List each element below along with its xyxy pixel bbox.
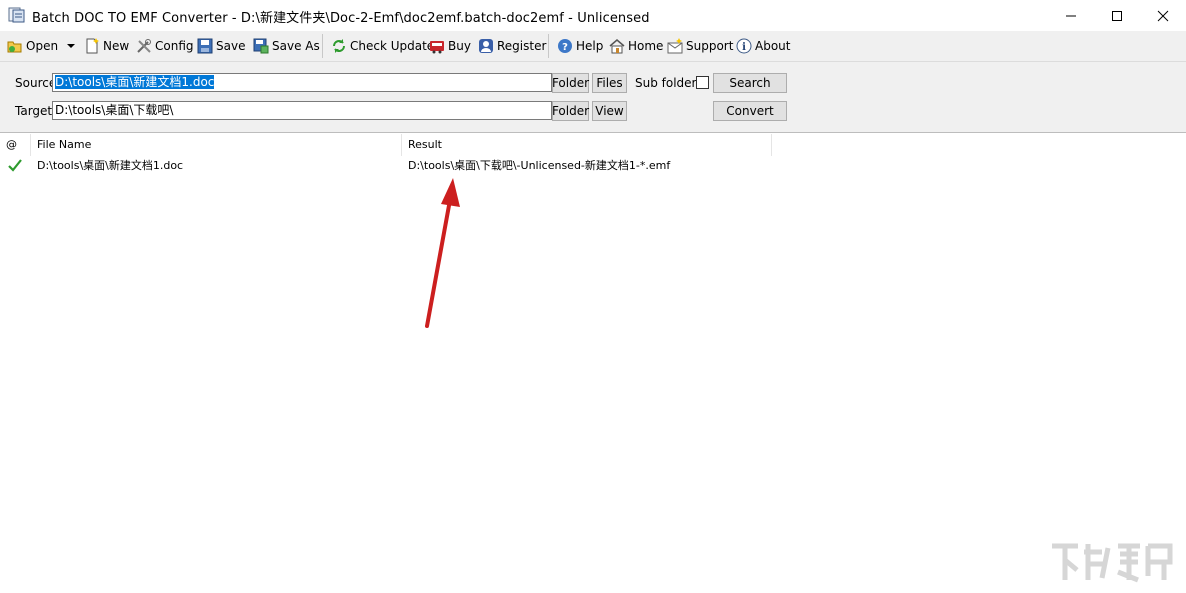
window-title: Batch DOC TO EMF Converter - D:\新建文件夹\Do… bbox=[32, 11, 650, 26]
tools-icon bbox=[137, 39, 151, 53]
save-button[interactable]: Save bbox=[197, 36, 245, 56]
save-as-label: Save As bbox=[272, 39, 320, 53]
minimize-icon bbox=[1066, 15, 1076, 16]
cart-icon bbox=[430, 41, 444, 54]
save-label: Save bbox=[216, 39, 246, 53]
new-label: New bbox=[103, 39, 130, 53]
source-folder-button[interactable]: Folder bbox=[552, 73, 589, 93]
user-badge-icon bbox=[479, 39, 493, 53]
svg-text:?: ? bbox=[562, 42, 568, 53]
info-icon: i bbox=[736, 38, 752, 54]
check-update-label: Check Update bbox=[350, 39, 435, 53]
toolbar-separator bbox=[548, 34, 549, 58]
new-button[interactable]: New bbox=[84, 36, 129, 56]
maximize-icon bbox=[1112, 10, 1122, 21]
config-button[interactable]: Config bbox=[136, 36, 194, 56]
register-button[interactable]: Register bbox=[478, 36, 546, 56]
target-folder-button[interactable]: Folder bbox=[552, 101, 589, 121]
about-button[interactable]: i About bbox=[736, 36, 790, 56]
close-icon bbox=[1157, 10, 1169, 21]
close-button[interactable] bbox=[1140, 0, 1186, 31]
target-input[interactable]: D:\tools\桌面\下载吧\ bbox=[52, 101, 552, 120]
file-name-cell: D:\tools\桌面\新建文档1.doc bbox=[37, 159, 184, 172]
open-dropdown-button[interactable] bbox=[66, 36, 76, 56]
target-view-button[interactable]: View bbox=[592, 101, 627, 121]
save-as-button[interactable]: Save As bbox=[253, 36, 320, 56]
save-as-icon bbox=[253, 38, 269, 54]
maximize-button[interactable] bbox=[1094, 0, 1140, 31]
file-list-header: @ File Name Result bbox=[0, 134, 1186, 156]
help-button[interactable]: ? Help bbox=[557, 36, 603, 56]
config-label: Config bbox=[155, 39, 194, 53]
title-bar: Batch DOC TO EMF Converter - D:\新建文件夹\Do… bbox=[0, 0, 1186, 31]
chevron-down-icon bbox=[67, 44, 75, 48]
options-panel: Source D:\tools\桌面\新建文档1.doc Folder File… bbox=[0, 62, 1186, 133]
open-folder-icon bbox=[7, 41, 22, 53]
target-input-value: D:\tools\桌面\下载吧\ bbox=[55, 103, 174, 117]
source-input[interactable]: D:\tools\桌面\新建文档1.doc bbox=[52, 73, 552, 92]
target-label: Target bbox=[15, 104, 53, 118]
help-label: Help bbox=[576, 39, 604, 53]
help-icon: ? bbox=[558, 39, 572, 53]
column-status[interactable]: @ bbox=[0, 134, 31, 156]
column-result[interactable]: Result bbox=[402, 134, 772, 156]
open-button[interactable]: Open bbox=[7, 36, 58, 56]
home-icon bbox=[609, 39, 625, 54]
watermark-logo bbox=[1052, 543, 1173, 583]
source-files-button[interactable]: Files bbox=[592, 73, 627, 93]
home-label: Home bbox=[628, 39, 664, 53]
arrow-shaft bbox=[425, 198, 452, 328]
buy-button[interactable]: Buy bbox=[429, 36, 471, 56]
check-update-button[interactable]: Check Update bbox=[331, 36, 434, 56]
open-label: Open bbox=[26, 39, 59, 53]
arrow-head bbox=[441, 178, 460, 207]
support-label: Support bbox=[686, 39, 734, 53]
svg-text:i: i bbox=[742, 42, 746, 53]
source-label: Source bbox=[15, 76, 57, 90]
home-button[interactable]: Home bbox=[609, 36, 663, 56]
column-file-name[interactable]: File Name bbox=[31, 134, 402, 156]
toolbar: Open New Config Save Save As Check Updat… bbox=[0, 31, 1186, 62]
result-cell: D:\tools\桌面\下载吧\-Unlicensed-新建文档1-*.emf bbox=[408, 159, 671, 172]
source-input-value: D:\tools\桌面\新建文档1.doc bbox=[55, 75, 215, 89]
refresh-icon bbox=[333, 39, 345, 53]
search-button[interactable]: Search bbox=[713, 73, 787, 93]
subfolders-label: Sub folders bbox=[635, 76, 703, 90]
table-row[interactable]: D:\tools\桌面\新建文档1.doc D:\tools\桌面\下载吧\-U… bbox=[0, 156, 1186, 176]
new-document-icon bbox=[86, 38, 99, 54]
floppy-disk-icon bbox=[197, 38, 213, 54]
support-icon bbox=[667, 38, 683, 54]
toolbar-separator bbox=[322, 34, 323, 58]
check-icon bbox=[8, 159, 22, 172]
buy-label: Buy bbox=[448, 39, 471, 53]
app-icon bbox=[8, 7, 25, 23]
minimize-button[interactable] bbox=[1048, 0, 1094, 31]
subfolders-checkbox[interactable] bbox=[696, 76, 709, 89]
register-label: Register bbox=[497, 39, 547, 53]
convert-button[interactable]: Convert bbox=[713, 101, 787, 121]
status-cell bbox=[8, 156, 22, 176]
about-label: About bbox=[755, 39, 791, 53]
support-button[interactable]: Support bbox=[667, 36, 733, 56]
